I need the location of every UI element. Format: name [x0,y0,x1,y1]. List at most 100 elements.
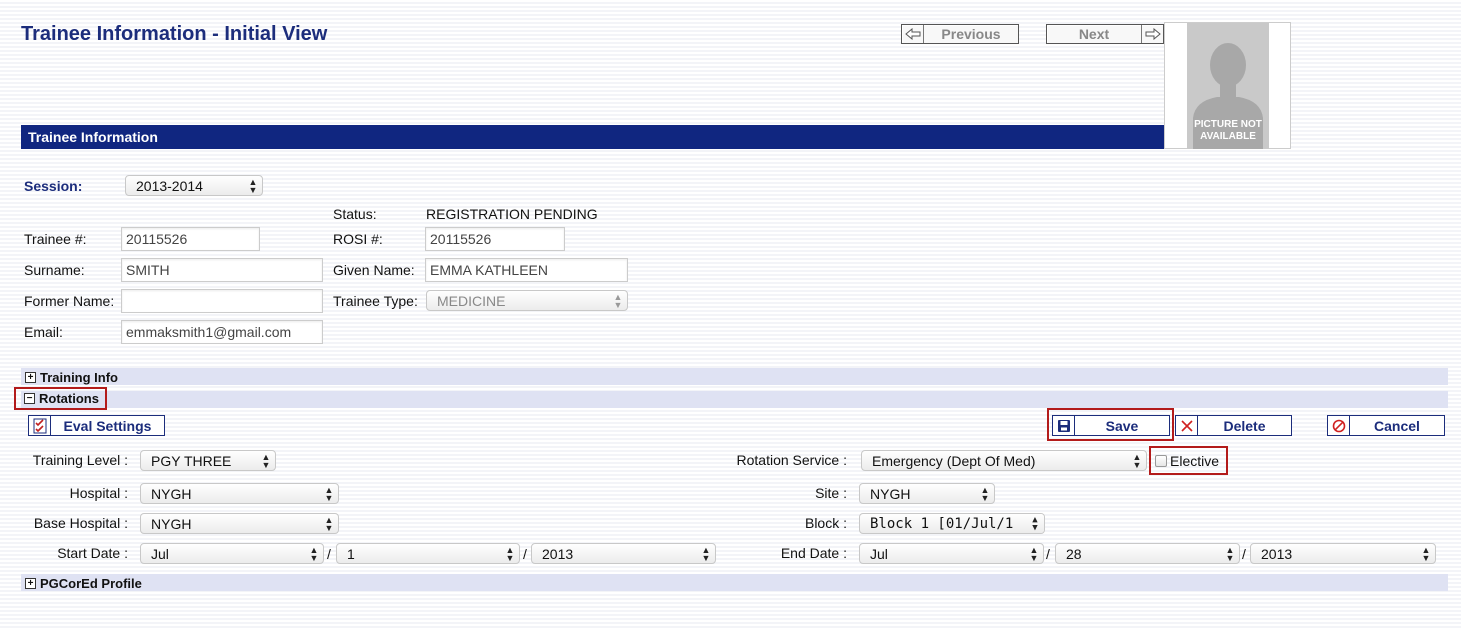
base-hospital-select[interactable]: NYGH ▲ ▼ [140,513,339,534]
site-select[interactable]: NYGH ▲ ▼ [859,483,995,504]
block-value: Block 1 [01/Jul/1 [870,516,1014,532]
cancel-button[interactable]: Cancel [1327,415,1445,436]
session-select[interactable]: 2013-2014 ▲ ▼ [125,175,263,196]
base-hospital-label: Base Hospital : [33,515,128,531]
arrow-right-icon [1141,25,1163,43]
end-month-select[interactable]: Jul ▲ ▼ [859,543,1044,564]
select-arrows-icon: ▲ ▼ [324,485,334,503]
trainee-number-field[interactable]: 20115526 [121,227,260,251]
save-label: Save [1105,417,1139,434]
rosi-number-field[interactable]: 20115526 [425,227,565,251]
surname-label: Surname: [24,262,85,278]
start-year-select[interactable]: 2013 ▲ ▼ [531,543,716,564]
block-select[interactable]: Block 1 [01/Jul/1 ▲ ▼ [859,513,1045,534]
start-day-value: 1 [347,546,355,562]
start-month-select[interactable]: Jul ▲ ▼ [140,543,324,564]
trainee-type-select[interactable]: MEDICINE ▲ ▼ [426,290,628,311]
hospital-value: NYGH [151,486,192,502]
end-day-select[interactable]: 28 ▲ ▼ [1055,543,1240,564]
rotation-service-label: Rotation Service : [736,452,848,468]
trainee-photo: PICTURE NOT AVAILABLE [1164,22,1291,149]
rotations-toggle[interactable]: − Rotations [14,387,107,410]
former-name-label: Former Name: [24,293,115,309]
select-arrows-icon: ▲ ▼ [261,452,271,470]
email-label: Email: [24,324,63,340]
end-year-value: 2013 [1261,546,1293,562]
training-level-select[interactable]: PGY THREE ▲ ▼ [140,450,276,471]
select-arrows-icon: ▲ ▼ [1026,514,1044,533]
collapse-minus-icon: − [24,393,35,404]
previous-button[interactable]: Previous [901,24,1019,44]
hospital-select[interactable]: NYGH ▲ ▼ [140,483,339,504]
delete-x-icon [1176,416,1198,435]
rosi-number-label: ROSI #: [333,231,383,247]
start-date-label: Start Date : [57,545,128,561]
status-label: Status: [333,206,377,222]
next-label: Next [1078,26,1110,42]
end-month-value: Jul [870,546,888,562]
select-arrows-icon: ▲ ▼ [1029,545,1039,563]
rotation-service-select[interactable]: Emergency (Dept Of Med) ▲ ▼ [861,450,1147,471]
select-arrows-icon: ▲ ▼ [324,515,334,533]
given-name-label: Given Name: [333,262,415,278]
date-separator: / [523,546,527,562]
eval-settings-label: Eval Settings [63,417,152,434]
select-arrows-icon: ▲ ▼ [248,177,258,195]
session-value: 2013-2014 [136,178,203,194]
previous-label: Previous [941,26,1001,42]
elective-toggle[interactable]: Elective [1149,446,1228,475]
delete-button[interactable]: Delete [1175,415,1292,436]
page-title: Trainee Information - Initial View [21,23,328,45]
training-level-value: PGY THREE [151,453,232,469]
date-separator: / [327,546,331,562]
expand-plus-icon: + [25,577,36,589]
select-arrows-icon: ▲ ▼ [980,485,990,503]
delete-label: Delete [1223,417,1266,434]
select-arrows-icon: ▲ ▼ [613,292,623,310]
pgcored-profile-section[interactable]: + PGCorEd Profile [21,574,1448,591]
photo-caption-line2: AVAILABLE [1200,131,1256,142]
end-year-select[interactable]: 2013 ▲ ▼ [1250,543,1436,564]
elective-label: Elective [1170,452,1220,469]
end-day-value: 28 [1066,546,1082,562]
eval-settings-button[interactable]: Eval Settings [28,415,165,436]
start-day-select[interactable]: 1 ▲ ▼ [336,543,520,564]
trainee-information-header: Trainee Information [21,125,1164,149]
date-separator: / [1242,546,1246,562]
select-arrows-icon: ▲ ▼ [1132,452,1142,470]
cancel-circle-icon [1328,416,1350,435]
email-field[interactable]: emmaksmith1@gmail.com [121,320,323,344]
save-button[interactable]: Save [1052,415,1170,436]
elective-checkbox[interactable] [1155,454,1167,467]
block-label: Block : [804,515,847,531]
former-name-field[interactable] [121,289,323,313]
surname-field[interactable]: SMITH [121,258,323,282]
trainee-type-label: Trainee Type: [333,293,418,309]
rotation-service-value: Emergency (Dept Of Med) [872,453,1036,469]
given-name-field[interactable]: EMMA KATHLEEN [425,258,628,282]
select-arrows-icon: ▲ ▼ [309,545,319,563]
trainee-type-value: MEDICINE [437,293,506,309]
base-hospital-value: NYGH [151,516,192,532]
select-arrows-icon: ▲ ▼ [1225,545,1235,563]
select-arrows-icon: ▲ ▼ [1421,545,1431,563]
rotations-label: Rotations [39,391,99,406]
end-date-label: End Date : [780,545,847,561]
pgcored-profile-label: PGCorEd Profile [40,575,142,591]
start-year-value: 2013 [542,546,574,562]
session-label: Session: [24,178,83,194]
next-button[interactable]: Next [1046,24,1164,44]
hospital-label: Hospital : [69,485,128,501]
floppy-disk-icon [1053,416,1075,435]
person-silhouette-icon: PICTURE NOT AVAILABLE [1187,23,1269,149]
checklist-icon [29,416,51,435]
expand-plus-icon: + [25,371,36,383]
arrow-left-icon [902,25,924,43]
photo-caption-line1: PICTURE NOT [1194,119,1262,130]
site-label: Site : [815,485,847,501]
start-month-value: Jul [151,546,169,562]
status-value: REGISTRATION PENDING [426,206,598,222]
site-value: NYGH [870,486,911,502]
training-info-section[interactable]: + Training Info [21,368,1448,385]
date-separator: / [1046,546,1050,562]
